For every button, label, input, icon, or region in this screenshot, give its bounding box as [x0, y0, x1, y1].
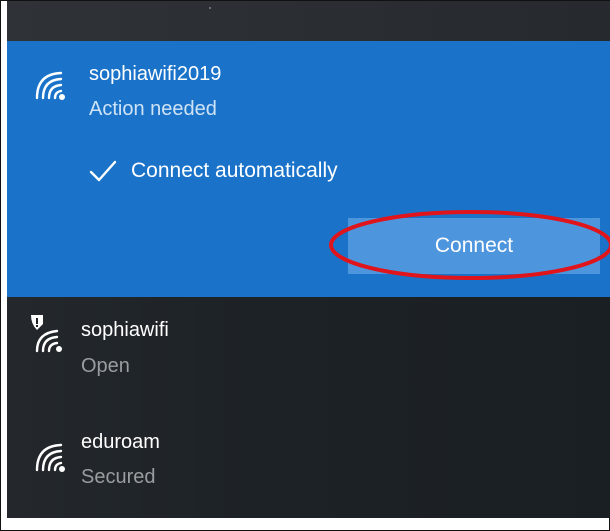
checkmark-icon	[89, 160, 117, 182]
wifi-signal-icon	[35, 443, 65, 472]
network-status: Action needed	[89, 98, 217, 120]
connect-automatically-checkbox[interactable]: Connect automatically	[89, 151, 338, 191]
network-name: sophiawifi2019	[89, 63, 222, 85]
wifi-network-flyout: sophiawifi2019 Action needed Connect aut…	[7, 1, 610, 518]
divider-dot	[209, 7, 211, 9]
wifi-signal-warning-icon	[31, 315, 62, 353]
network-item-sophiawifi[interactable]: sophiawifi Open	[7, 299, 610, 399]
connect-button[interactable]: Connect	[348, 218, 600, 274]
connect-automatically-label: Connect automatically	[131, 159, 338, 182]
network-name: eduroam	[81, 431, 160, 453]
screenshot-frame: sophiawifi2019 Action needed Connect aut…	[0, 0, 610, 531]
wifi-signal-icon	[35, 71, 65, 100]
previous-network-item[interactable]	[7, 1, 610, 41]
network-item-eduroam[interactable]: eduroam Secured	[7, 409, 610, 509]
network-status: Open	[81, 355, 130, 377]
network-name: sophiawifi	[81, 319, 169, 341]
network-status: Secured	[81, 466, 156, 488]
